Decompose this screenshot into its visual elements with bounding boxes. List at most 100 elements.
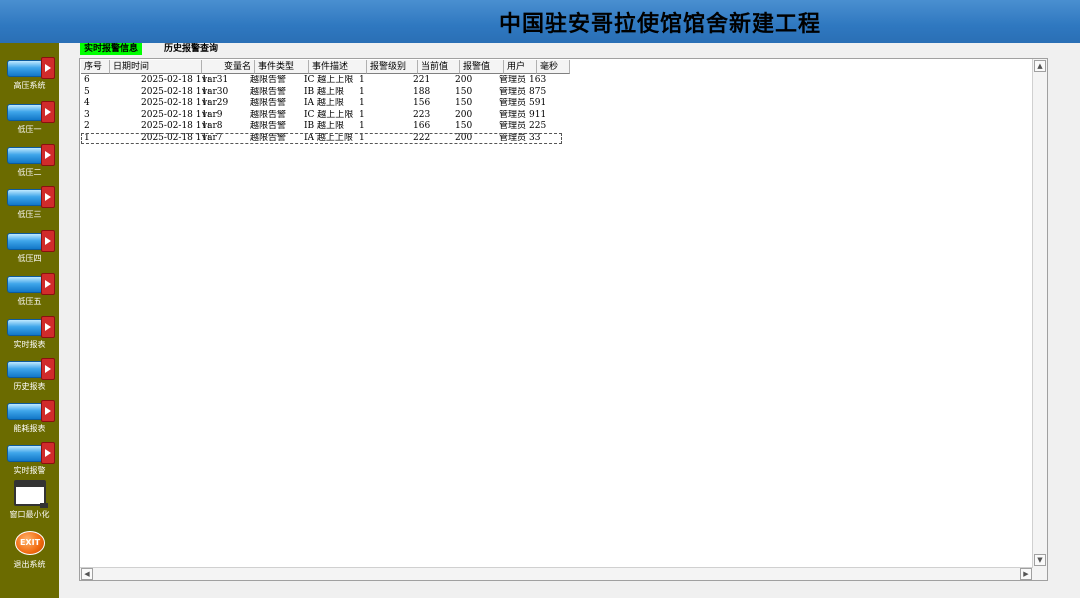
nav-history-report-button[interactable]: 历史报表 [0, 352, 59, 396]
table-header: 序号 日期时间 变量名 事件类型 事件描述 报警级别 当前值 报警值 用户 毫秒 [81, 60, 570, 74]
cell: var9 [202, 109, 223, 120]
column-header[interactable]: 毫秒 [537, 60, 570, 74]
cell: 1 [359, 121, 365, 131]
cell: 2 [84, 121, 90, 131]
nav-label: 低压二 [17, 168, 42, 177]
nav-low-voltage-5-button[interactable]: 低压五 [0, 267, 59, 311]
cell: 33 [529, 132, 541, 143]
cell: 225 [529, 121, 547, 131]
nav-low-voltage-2-button[interactable]: 低压二 [0, 138, 59, 182]
nav-label: 历史报表 [13, 382, 46, 391]
minimize-label: 窗口最小化 [9, 510, 50, 519]
column-header[interactable]: 变量名 [202, 60, 255, 74]
cell: 3 [84, 109, 90, 120]
cell: 1 [359, 98, 365, 108]
column-header[interactable]: 当前值 [418, 60, 460, 74]
cell: var31 [202, 75, 229, 85]
arrow-right-icon [41, 442, 55, 464]
nav-bar-icon [7, 189, 43, 206]
nav-label: 能耗报表 [13, 424, 46, 433]
table-row-selected[interactable]: 1 2025-02-18 11:00:17 var7 越限告警 IA 越上上限 … [81, 132, 562, 144]
nav-bar-icon [7, 60, 43, 77]
cell: IC 越上上限 [304, 109, 354, 120]
nav-low-voltage-4-button[interactable]: 低压四 [0, 224, 59, 268]
nav-label: 低压三 [17, 210, 42, 219]
table-row[interactable]: 2 2025-02-18 11:00:21 var8 越限告警 IB 越上限 1… [81, 121, 562, 133]
nav-label: 低压一 [17, 125, 42, 134]
table-row[interactable]: 5 2025-02-18 11:00:38 var30 越限告警 IB 越上限 … [81, 87, 562, 99]
cell: 2025-02-18 11:00:45 [141, 75, 210, 85]
cell: var8 [202, 121, 223, 131]
cell: 150 [455, 86, 473, 97]
cell: var29 [202, 98, 229, 108]
cell: 150 [455, 121, 473, 131]
nav-low-voltage-3-button[interactable]: 低压三 [0, 180, 59, 224]
column-header[interactable]: 报警值 [460, 60, 504, 74]
cell: var7 [202, 132, 223, 143]
nav-label: 低压五 [17, 297, 42, 306]
column-header[interactable]: 序号 [81, 60, 110, 74]
cell: 911 [529, 109, 547, 120]
cell: 222 [413, 132, 431, 143]
arrow-right-icon [41, 358, 55, 380]
nav-bar-icon [7, 445, 43, 462]
cell: IB 越上限 [304, 121, 345, 131]
vertical-scrollbar[interactable]: ▲ ▼ [1032, 59, 1047, 580]
table-row[interactable]: 4 2025-02-18 11:00:34 var29 越限告警 IA 越上限 … [81, 98, 562, 110]
nav-realtime-alarm-button[interactable]: 实时报警 [0, 436, 59, 480]
app-title: 中国驻安哥拉使馆馆舍新建工程 [498, 12, 821, 37]
cell: 188 [413, 86, 431, 97]
cell: 越限告警 [250, 86, 287, 97]
column-header[interactable]: 用户 [504, 60, 537, 74]
cell: 591 [529, 98, 547, 108]
nav-label: 低压四 [17, 254, 42, 263]
nav-bar-icon [7, 147, 43, 164]
nav-high-voltage-button[interactable]: 高压系统 [0, 51, 59, 95]
scroll-left-icon[interactable]: ◀ [81, 568, 93, 580]
table-row[interactable]: 3 2025-02-18 11:00:25 var9 越限告警 IC 越上上限 … [81, 110, 562, 122]
column-header[interactable]: 报警级别 [367, 60, 418, 74]
arrow-right-icon [41, 101, 55, 123]
cell: 管理员 [499, 109, 527, 120]
nav-realtime-report-button[interactable]: 实时报表 [0, 310, 59, 354]
horizontal-scrollbar[interactable]: ◀ ▶ [80, 567, 1033, 580]
tab-history-alarm[interactable]: 历史报警查询 [160, 43, 222, 55]
column-header[interactable]: 日期时间 [110, 60, 202, 74]
arrow-right-icon [41, 273, 55, 295]
nav-energy-report-button[interactable]: 能耗报表 [0, 394, 59, 438]
cell: 156 [413, 98, 431, 108]
arrow-right-icon [41, 230, 55, 252]
nav-label: 实时报警 [13, 466, 46, 475]
cell: 管理员 [499, 86, 527, 97]
exit-system-button[interactable]: EXIT 退出系统 [0, 527, 59, 572]
cell: 管理员 [499, 121, 527, 131]
cell: 越限告警 [250, 121, 287, 131]
nav-bar-icon [7, 233, 43, 250]
column-header[interactable]: 事件类型 [255, 60, 309, 74]
scroll-down-icon[interactable]: ▼ [1034, 554, 1046, 566]
tab-realtime-alarm[interactable]: 实时报警信息 [80, 43, 143, 55]
cell: 200 [455, 109, 473, 120]
arrow-right-icon [41, 144, 55, 166]
cell: 221 [413, 75, 431, 85]
scroll-right-icon[interactable]: ▶ [1020, 568, 1032, 580]
cell: 1 [84, 132, 90, 143]
cell: 1 [359, 132, 365, 143]
table-row[interactable]: 6 2025-02-18 11:00:45 var31 越限告警 IC 越上上限… [81, 75, 562, 87]
nav-bar-icon [7, 361, 43, 378]
cell: 223 [413, 109, 431, 120]
scroll-up-icon[interactable]: ▲ [1034, 60, 1046, 72]
cell: 4 [84, 98, 90, 108]
cell: 163 [529, 75, 547, 85]
column-header[interactable]: 事件描述 [309, 60, 367, 74]
minimize-window-icon [14, 480, 48, 508]
minimize-window-button[interactable]: 窗口最小化 [0, 477, 59, 521]
cell: var30 [202, 86, 229, 97]
nav-bar-icon [7, 403, 43, 420]
title-bar: 中国驻安哥拉使馆馆舍新建工程 [0, 0, 1080, 43]
arrow-right-icon [41, 316, 55, 338]
alarm-table: 序号 日期时间 变量名 事件类型 事件描述 报警级别 当前值 报警值 用户 毫秒… [79, 58, 1048, 581]
cell: 166 [413, 121, 431, 131]
arrow-right-icon [41, 400, 55, 422]
nav-low-voltage-1-button[interactable]: 低压一 [0, 95, 59, 139]
